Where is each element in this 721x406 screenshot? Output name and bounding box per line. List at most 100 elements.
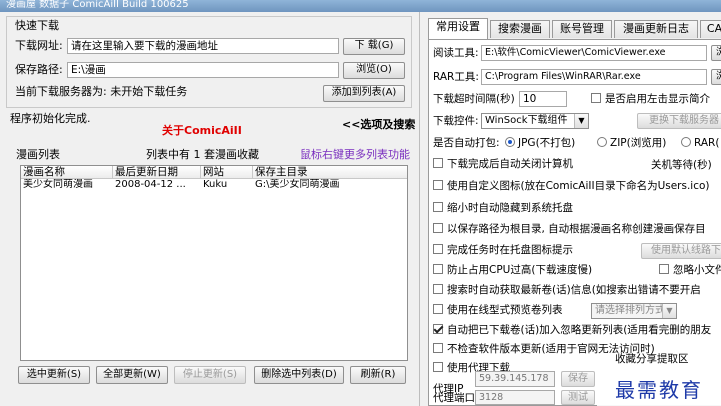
- tab-search-comics[interactable]: 搜索漫画: [490, 20, 550, 38]
- tab-ca-settings[interactable]: CA设: [700, 20, 721, 38]
- control-label: 下载控件:: [433, 115, 479, 127]
- right-pane: 常用设置 搜索漫画 账号管理 漫画更新日志 CA设 阅读工具: E:\软件\Co…: [419, 12, 721, 406]
- radio-label: RAR(: [694, 137, 720, 149]
- online-preview-checkbox[interactable]: 使用在线型式预览卷列表: [433, 304, 563, 318]
- chevron-down-icon: ▼: [662, 304, 676, 318]
- cell-name: 美少女同萌漫画: [23, 179, 93, 190]
- add-to-list-button[interactable]: 添加到列表(A): [323, 85, 405, 102]
- radio-label: ZIP(浏览用): [610, 137, 667, 149]
- reader-label: 阅读工具:: [433, 47, 479, 59]
- checkbox-box: [433, 324, 443, 334]
- save-proxy-button[interactable]: 保存: [561, 371, 595, 387]
- auto-fetch-checkbox[interactable]: 搜索时自动获取最新卷(话)信息(如搜索出错请不要开启: [433, 284, 701, 298]
- tab-account[interactable]: 账号管理: [552, 20, 612, 38]
- shutdown-checkbox[interactable]: 下载完成后自动关闭计算机: [433, 158, 573, 172]
- default-route-button[interactable]: 使用默认线路下: [641, 243, 721, 259]
- shutdown-wait-label: 关机等待(秒): [651, 159, 712, 171]
- checkbox-box: [433, 180, 443, 190]
- cell-save-dir: G:\美少女同萌漫画: [255, 179, 340, 190]
- checkbox-label: 完成任务时在托盘图标提示: [447, 244, 573, 256]
- quick-download-group: 快速下载 下载网址: 请在这里输入要下载的漫画地址 下 载(G) 保存路径: E…: [6, 16, 412, 108]
- radio-label: JPG(不打包): [518, 137, 576, 149]
- url-label: 下载网址:: [15, 39, 63, 52]
- pack-jpg-radio[interactable]: JPG(不打包): [505, 137, 575, 151]
- save-path-label: 保存路径:: [15, 63, 63, 76]
- table-row[interactable]: 美少女同萌漫画 2008-04-12 ... Kuku G:\美少女同萌漫画: [21, 179, 407, 192]
- proxy-ip-input[interactable]: 59.39.145.178: [475, 371, 555, 387]
- timeout-input[interactable]: 10: [519, 91, 567, 107]
- select-value: 请选择排列方式: [595, 305, 665, 316]
- test-proxy-button[interactable]: 测试: [561, 390, 595, 405]
- checkbox-label: 使用在线型式预览卷列表: [447, 304, 563, 316]
- update-selected-button[interactable]: 选中更新(S): [18, 366, 90, 384]
- url-input[interactable]: 请在这里输入要下载的漫画地址: [67, 38, 339, 54]
- root-path-checkbox[interactable]: 以保存路径为根目录, 自动根据漫画名称创建漫画保存目: [433, 223, 706, 237]
- checkbox-box: [433, 362, 443, 372]
- checkbox-box: [659, 264, 669, 274]
- about-link[interactable]: 关于ComicAiII: [162, 124, 242, 138]
- tray-hide-checkbox[interactable]: 缩小时自动隐藏到系统托盘: [433, 202, 573, 216]
- right-click-hint: 鼠标右键更多列表功能: [300, 148, 410, 161]
- checkbox-label: 以保存路径为根目录, 自动根据漫画名称创建漫画保存目: [447, 223, 706, 235]
- cpu-limit-checkbox[interactable]: 防止占用CPU过高(下载速度慢): [433, 264, 592, 278]
- checkbox-box: [433, 264, 443, 274]
- browse-button[interactable]: 浏览(O): [343, 62, 405, 79]
- radio-dot: [681, 137, 691, 147]
- rar-browse-button[interactable]: 浏: [711, 69, 721, 85]
- checkbox-label: 防止占用CPU过高(下载速度慢): [447, 264, 593, 276]
- checkbox-box: [591, 93, 601, 103]
- quick-download-title: 快速下载: [15, 19, 59, 32]
- ignore-small-file-checkbox[interactable]: 忽略小文件验: [659, 264, 721, 278]
- update-all-button[interactable]: 全部更新(W): [96, 366, 168, 384]
- reader-browse-button[interactable]: 浏: [711, 45, 721, 61]
- tray-notify-checkbox[interactable]: 完成任务时在托盘图标提示: [433, 244, 573, 258]
- column-header-save-dir[interactable]: 保存主目录: [253, 166, 407, 179]
- checkbox-label: 是否启用左击显示简介: [605, 93, 710, 105]
- watermark-logo: 最需教育: [597, 376, 721, 406]
- custom-icon-checkbox[interactable]: 使用自定义图标(放在ComicAiII目录下命名为Users.ico): [433, 180, 710, 194]
- rar-label: RAR工具:: [433, 71, 479, 83]
- sort-order-select[interactable]: 请选择排列方式 ▼: [591, 303, 677, 319]
- timeout-label: 下载超时间隔(秒): [433, 93, 515, 105]
- rar-path-input[interactable]: C:\Program Files\WinRAR\Rar.exe: [481, 69, 707, 85]
- proxy-port-label: 代理端口: [433, 392, 475, 404]
- comic-list-title: 漫画列表: [16, 148, 60, 161]
- tab-common-settings[interactable]: 常用设置: [428, 18, 488, 39]
- column-header-name[interactable]: 漫画名称: [21, 166, 113, 179]
- checkbox-box: [433, 244, 443, 254]
- comic-list-table[interactable]: 漫画名称 最后更新日期 网站 保存主目录 美少女同萌漫画 2008-04-12 …: [20, 165, 408, 361]
- options-search-toggle-link[interactable]: <<选项及搜索: [342, 118, 415, 132]
- column-header-site[interactable]: 网站: [201, 166, 253, 179]
- checkbox-box: [433, 304, 443, 314]
- show-intro-checkbox[interactable]: 是否启用左击显示简介: [591, 93, 710, 107]
- cell-date: 2008-04-12 ...: [115, 179, 186, 190]
- reader-path-input[interactable]: E:\软件\ComicViewer\ComicViewer.exe: [481, 45, 707, 61]
- download-control-select[interactable]: WinSock下载组件 ▼: [481, 113, 589, 129]
- delete-selected-button[interactable]: 删除选中列表(D): [254, 366, 344, 384]
- tab-update-log[interactable]: 漫画更新日志: [614, 20, 698, 38]
- auto-pack-label: 是否自动打包:: [433, 137, 500, 149]
- save-path-input[interactable]: E:\漫画: [67, 62, 339, 78]
- checkbox-box: [433, 202, 443, 212]
- checkbox-label: 使用自定义图标(放在ComicAiII目录下命名为Users.ico): [447, 180, 710, 192]
- auto-ignore-checkbox[interactable]: 自动把已下载卷(话)加入忽略更新列表(适用看完删的朋友: [433, 324, 711, 338]
- radio-dot: [505, 137, 515, 147]
- radio-dot: [597, 137, 607, 147]
- checkbox-label: 自动把已下载卷(话)加入忽略更新列表(适用看完删的朋友: [447, 324, 712, 336]
- switch-server-button[interactable]: 更换下载服务器: [637, 113, 721, 129]
- checkbox-box: [433, 284, 443, 294]
- left-pane: 快速下载 下载网址: 请在这里输入要下载的漫画地址 下 载(G) 保存路径: E…: [0, 12, 418, 406]
- comic-list-count: 列表中有 1 套漫画收藏: [146, 148, 259, 161]
- column-header-date[interactable]: 最后更新日期: [113, 166, 201, 179]
- share-extract-label: 收藏分享提取区: [615, 353, 689, 365]
- init-status-text: 程序初始化完成.: [10, 112, 91, 125]
- pack-zip-radio[interactable]: ZIP(浏览用): [597, 137, 666, 151]
- stop-update-button[interactable]: 停止更新(S): [174, 366, 246, 384]
- download-button[interactable]: 下 载(G): [343, 38, 405, 55]
- refresh-button[interactable]: 刷新(R): [350, 366, 406, 384]
- checkbox-label: 搜索时自动获取最新卷(话)信息(如搜索出错请不要开启: [447, 284, 701, 296]
- cell-site: Kuku: [203, 179, 228, 190]
- checkbox-box: [433, 158, 443, 168]
- pack-rar-radio[interactable]: RAR(: [681, 137, 719, 151]
- proxy-port-input[interactable]: 3128: [475, 390, 555, 405]
